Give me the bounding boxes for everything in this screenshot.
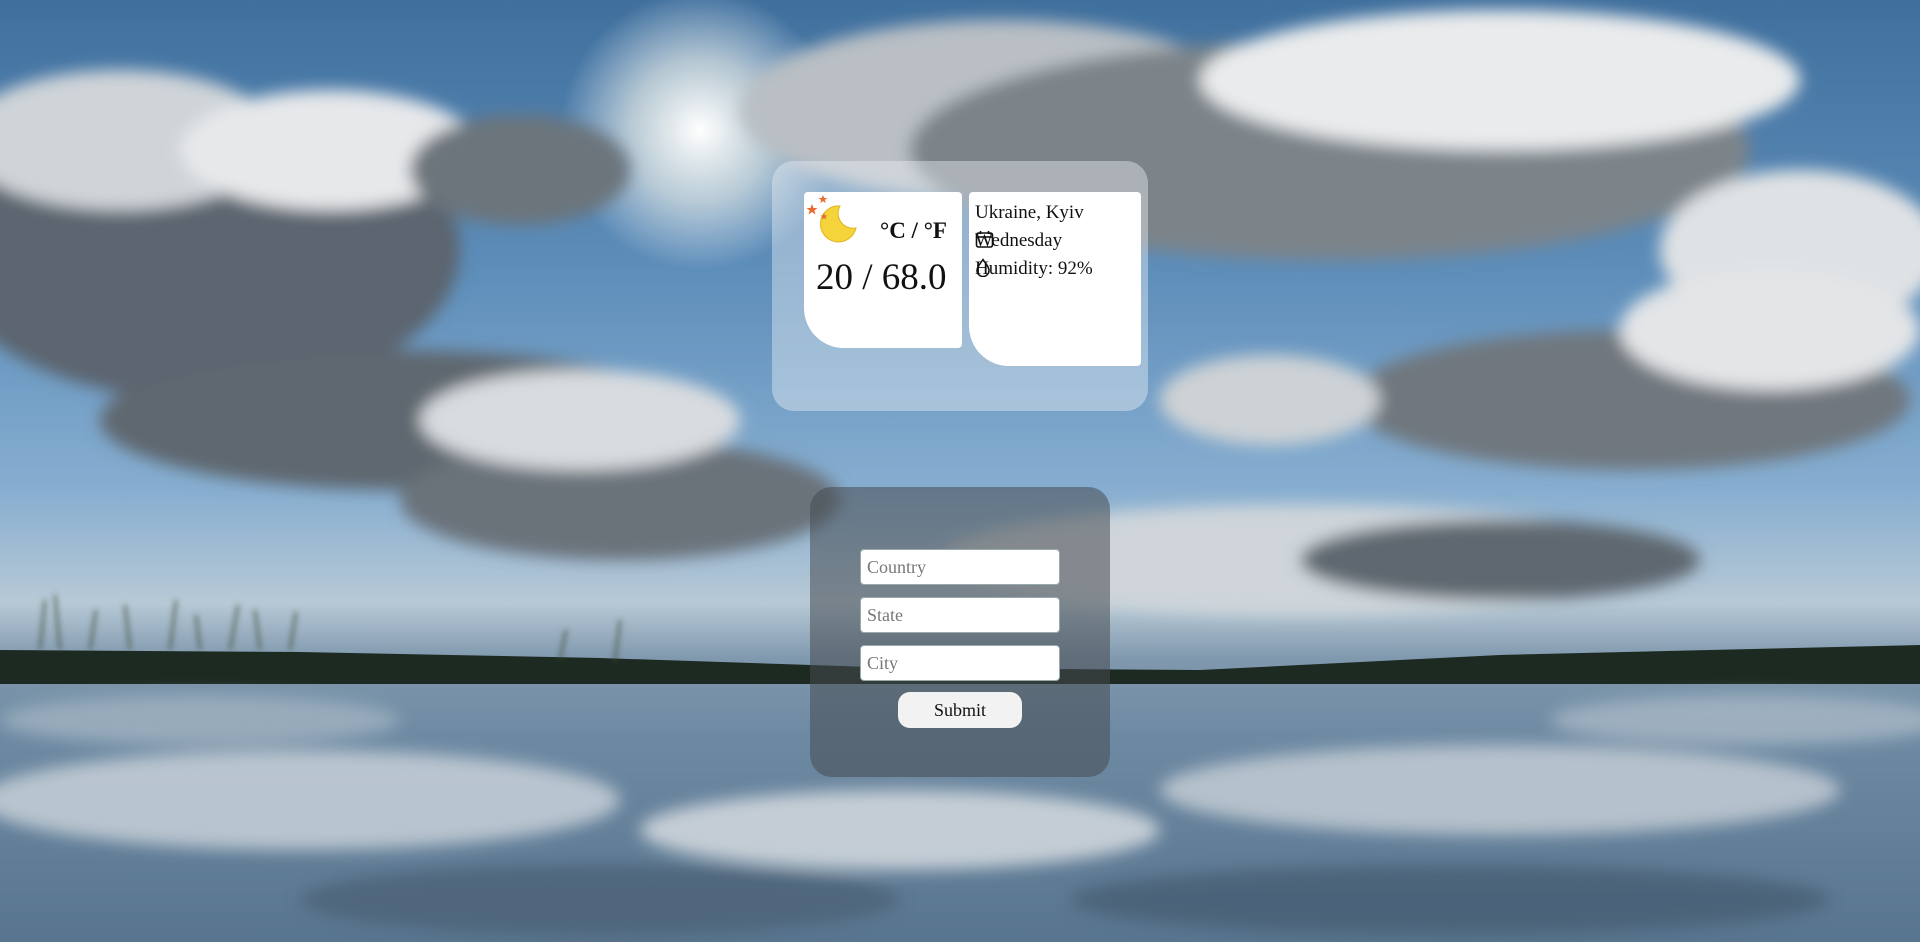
- weather-card: °C / °F 20 / 68.0 Ukraine, Kyiv Wednesda…: [772, 161, 1148, 411]
- water-drop-icon: [976, 258, 990, 277]
- calendar-icon: [975, 231, 994, 248]
- location-form: Submit: [810, 487, 1110, 777]
- moon-stars-icon: [806, 195, 857, 243]
- state-input[interactable]: [860, 597, 1060, 633]
- humidity-line: Humidity: 92%: [975, 258, 1093, 280]
- country-input[interactable]: [860, 549, 1060, 585]
- temperature-value: 20 / 68.0: [816, 257, 947, 298]
- humidity-text: Humidity: 92%: [975, 258, 1093, 279]
- day-line: Wednesday: [975, 230, 1062, 252]
- background-landscape: °C / °F 20 / 68.0 Ukraine, Kyiv Wednesda…: [0, 0, 1920, 942]
- location-info-panel: Ukraine, Kyiv Wednesday Humidity: 92%: [969, 192, 1141, 366]
- location-text: Ukraine, Kyiv: [975, 202, 1084, 223]
- sky-lake-scenery: [0, 0, 1920, 935]
- units-label[interactable]: °C / °F: [880, 218, 947, 244]
- city-input[interactable]: [860, 645, 1060, 681]
- temperature-panel: °C / °F 20 / 68.0: [804, 192, 962, 348]
- submit-button[interactable]: Submit: [898, 692, 1022, 728]
- location-line: Ukraine, Kyiv: [975, 202, 1084, 224]
